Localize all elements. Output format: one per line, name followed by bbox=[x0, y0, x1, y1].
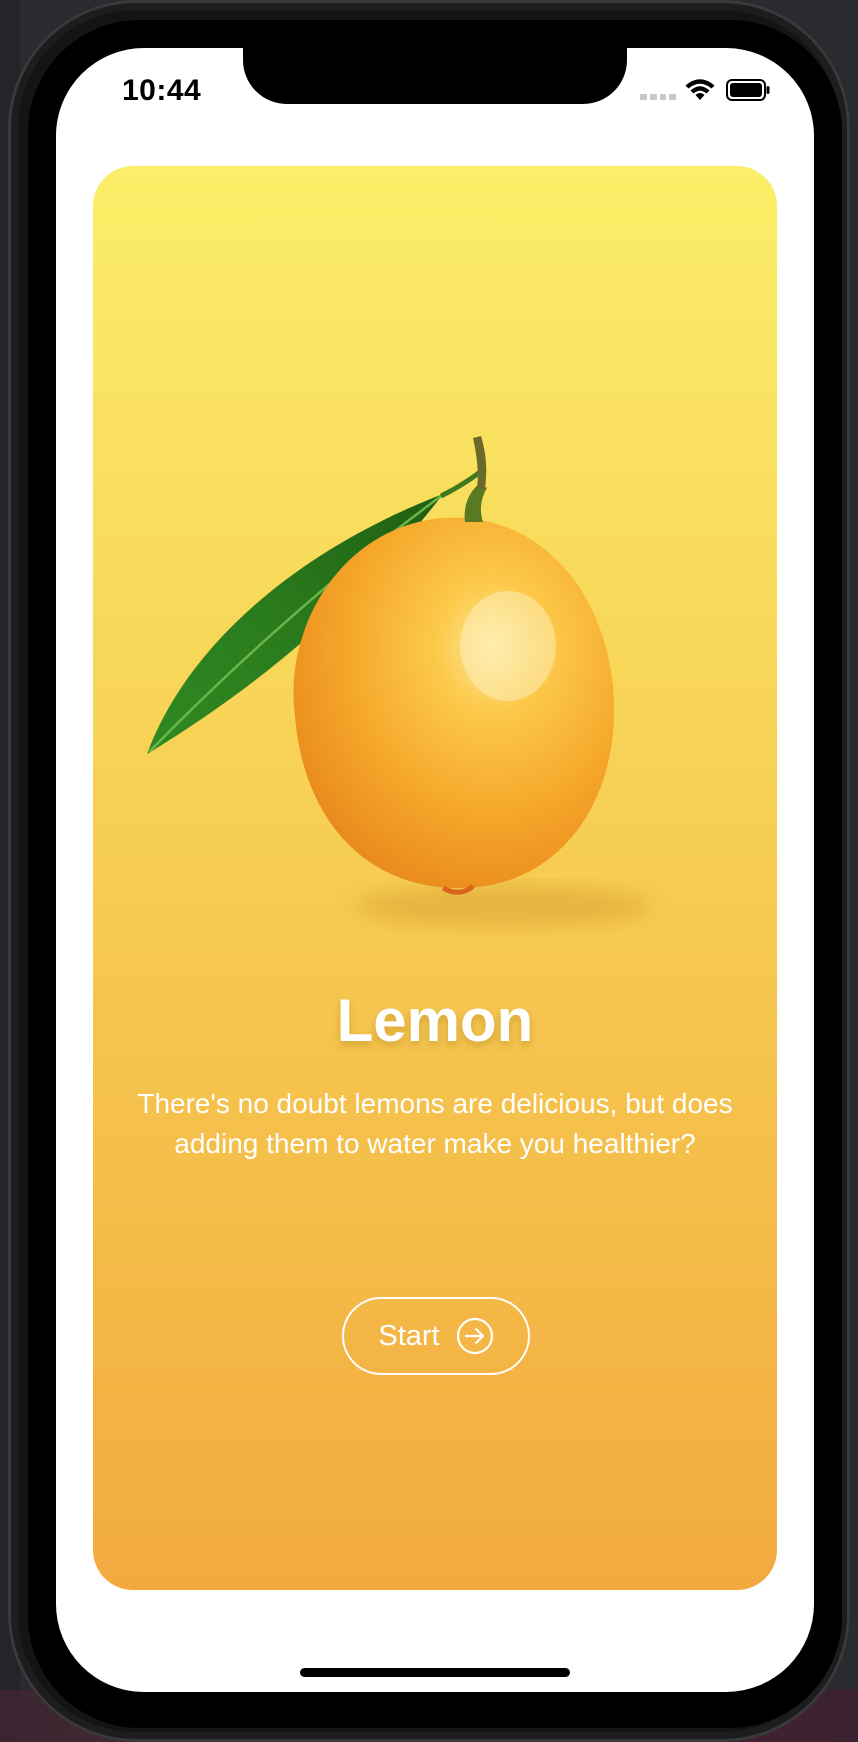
cellular-signal-icon bbox=[640, 92, 676, 100]
lemon-illustration bbox=[147, 436, 653, 926]
wifi-icon bbox=[685, 79, 715, 100]
arrow-right-circle-icon bbox=[456, 1317, 493, 1355]
fruit-title: Lemon bbox=[336, 987, 534, 1054]
fruit-description: There's no doubt lemons are delicious, b… bbox=[137, 1088, 733, 1159]
onboarding-card: Lemon There's no doubt lemons are delici… bbox=[93, 166, 777, 1590]
start-button-label: Start bbox=[378, 1319, 440, 1352]
battery-icon bbox=[726, 79, 770, 101]
home-indicator[interactable] bbox=[300, 1668, 570, 1677]
start-button[interactable]: Start bbox=[342, 1297, 530, 1375]
phone-screen: 10:44 Lemon There's no doubt lemons are … bbox=[56, 48, 814, 1692]
notch bbox=[243, 48, 627, 104]
status-time: 10:44 bbox=[122, 74, 202, 107]
